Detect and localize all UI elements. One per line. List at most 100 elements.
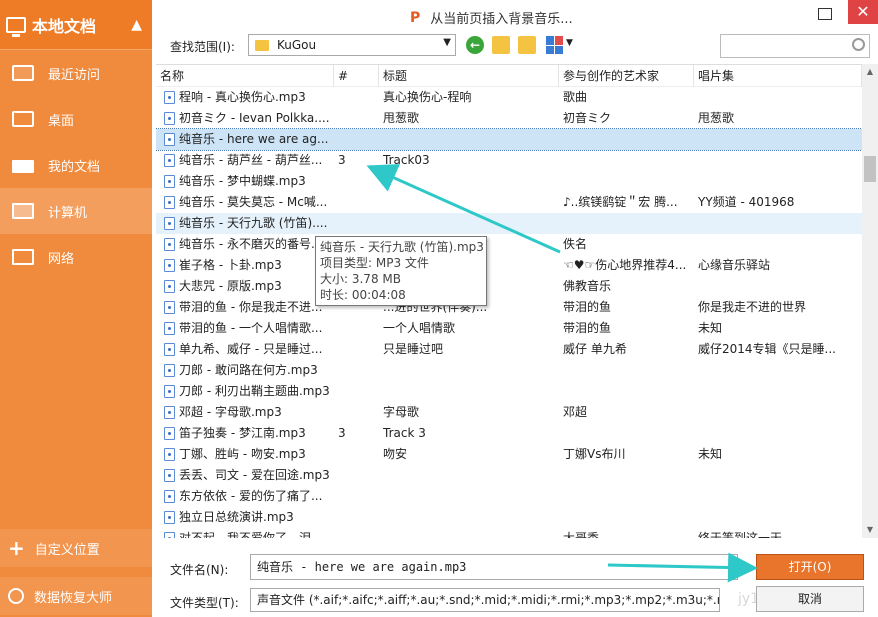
up-folder-button[interactable]: [492, 36, 510, 54]
file-row[interactable]: 独立日总统演讲.mp3: [156, 507, 862, 528]
scroll-thumb[interactable]: [864, 156, 876, 182]
file-row[interactable]: 带泪的鱼 - 你是我走不进... ...进的世界(伴奏)... 带泪的鱼 你是我走不进…: [156, 297, 862, 318]
album-cell: 威仔2014专辑《只是睡...: [698, 342, 836, 356]
file-row[interactable]: 大悲咒 - 原版.mp3严广大圆满...佛教音乐: [156, 276, 862, 297]
file-row[interactable]: 程响 - 真心换伤心.mp3 真心换伤心-程响 歌曲: [156, 87, 862, 108]
file-row[interactable]: 邓超 - 字母歌.mp3 字母歌 邓超: [156, 402, 862, 423]
filename-label: 文件名(N):: [170, 563, 229, 577]
file-name-text: 邓超 - 字母歌.mp3: [179, 405, 282, 419]
scroll-up-icon[interactable]: ▲: [862, 64, 878, 80]
file-name-cell: 邓超 - 字母歌.mp3: [156, 402, 334, 423]
file-row[interactable]: 东方依依 - 爱的伤了痛了...: [156, 486, 862, 507]
sidebar-item-desktop[interactable]: 桌面: [0, 96, 152, 142]
file-form: 文件名(N): 纯音乐 - here we are again.mp3 文件类型…: [152, 540, 878, 617]
file-row[interactable]: 崔子格 - 卜卦.mp3 ☜♥☞伤心地界推荐4... 心缘音乐驿站: [156, 255, 862, 276]
sidebar-header[interactable]: 本地文档 ▲: [0, 0, 152, 50]
sidebar-item-documents[interactable]: 我的文档: [0, 142, 152, 188]
file-row[interactable]: 刀郎 - 敢问路在何方.mp3: [156, 360, 862, 381]
file-row[interactable]: 纯音乐 - 梦中蝴蝶.mp3: [156, 171, 862, 192]
lookin-label: 查找范围(I):: [170, 40, 235, 54]
title-cell: 一个人唱情歌: [383, 321, 456, 335]
search-box[interactable]: [720, 34, 870, 58]
file-row[interactable]: 纯音乐 - 莫失莫忘 - Mc喊... ♪..缤镁鹞锭＂宏 腾... YY频道 - …: [156, 192, 862, 213]
album-cell: [694, 507, 862, 528]
column-header-name[interactable]: 名称: [156, 65, 334, 87]
file-row[interactable]: 纯音乐 - 天行九歌 (竹笛)....: [156, 213, 862, 234]
audio-file-icon: [164, 154, 175, 167]
file-name-cell: 带泪的鱼 - 一个人唱情歌...: [156, 318, 334, 339]
file-name-cell: 刀郎 - 利刃出鞘主题曲.mp3: [156, 381, 334, 402]
artist-cell: [559, 171, 694, 192]
view-menu-button[interactable]: [546, 36, 564, 54]
artist-cell: 邓超: [563, 405, 588, 419]
file-row[interactable]: 丢丢、司文 - 爱在回途.mp3: [156, 465, 862, 486]
column-header-album[interactable]: 唱片集: [694, 65, 862, 87]
back-button[interactable]: ←: [466, 36, 484, 54]
column-header-number[interactable]: #: [334, 65, 379, 87]
file-row[interactable]: 丁娜、胜屿 - 吻安.mp3 吻安 丁娜Vs布川 未知: [156, 444, 862, 465]
track-number-cell: [334, 486, 379, 507]
chevron-down-icon[interactable]: ▼: [443, 37, 451, 48]
track-number-cell: [334, 108, 379, 129]
lookin-combo[interactable]: KuGou ▼: [248, 34, 456, 56]
track-number-cell: [334, 213, 379, 234]
scroll-down-icon[interactable]: ▼: [862, 522, 878, 538]
file-row[interactable]: 单九希、威仔 - 只是睡过... 只是睡过吧 威仔 单九希 威仔2014专辑《只是睡.…: [156, 339, 862, 360]
collapse-caret-icon[interactable]: ▲: [131, 17, 142, 33]
file-name-text: 纯音乐 - 葫芦丝 - 葫芦丝...: [179, 153, 323, 167]
sidebar-item-network[interactable]: 网络: [0, 234, 152, 280]
artist-cell: 佚名: [563, 237, 588, 251]
audio-file-icon: [164, 490, 175, 503]
clock-icon: [12, 65, 34, 81]
track-number-cell: [334, 465, 379, 486]
filetype-select[interactable]: 声音文件 (*.aif;*.aifc;*.aiff;*.au;*.snd;*.m…: [250, 588, 720, 612]
album-cell: [694, 171, 862, 192]
sidebar-item-computer[interactable]: 计算机: [0, 188, 152, 234]
chevron-down-icon[interactable]: ▼: [566, 38, 573, 48]
new-folder-button[interactable]: [518, 36, 536, 54]
file-row[interactable]: 刀郎 - 利刃出鞘主题曲.mp3: [156, 381, 862, 402]
open-button[interactable]: 打开(O): [756, 554, 864, 580]
title-cell: 甩葱歌: [383, 111, 420, 125]
sidebar-item-recent[interactable]: 最近访问: [0, 50, 152, 96]
artist-cell: [559, 360, 694, 381]
track-number-cell: [334, 171, 379, 192]
file-name-text: 丢丢、司文 - 爱在回途.mp3: [179, 468, 330, 482]
tooltip-size: 大小: 3.78 MB: [320, 272, 401, 286]
audio-file-icon: [164, 175, 175, 188]
file-name-cell: 笛子独奏 - 梦江南.mp3: [156, 423, 334, 444]
maximize-button[interactable]: [818, 8, 832, 20]
data-recovery-button[interactable]: 数据恢复大师: [0, 577, 152, 615]
column-header-title[interactable]: 标题: [379, 65, 559, 87]
artist-cell: ♪..缤镁鹞锭＂宏 腾...: [563, 195, 678, 209]
filename-input[interactable]: 纯音乐 - here we are again.mp3: [250, 554, 738, 580]
title-cell: [379, 507, 559, 528]
sidebar: 本地文档 ▲ 最近访问 桌面 我的文档 计算机 网络 + 自定义位置 数据恢复大…: [0, 0, 152, 617]
audio-file-icon: [164, 427, 175, 440]
file-row[interactable]: 笛子独奏 - 梦江南.mp3 3 Track 3: [156, 423, 862, 444]
file-row[interactable]: 初音ミク - Ievan Polkka.... 甩葱歌 初音ミク 甩葱歌: [156, 108, 862, 129]
vertical-scrollbar[interactable]: ▲ ▼: [862, 64, 878, 538]
tooltip-type: 项目类型: MP3 文件: [320, 256, 429, 270]
column-header-artist[interactable]: 参与创作的艺术家: [559, 65, 694, 87]
file-row[interactable]: 纯音乐 - 葫芦丝 - 葫芦丝... 3 Track03: [156, 150, 862, 171]
artist-cell: [559, 381, 694, 402]
file-name-cell: 单九希、威仔 - 只是睡过...: [156, 339, 334, 360]
close-button[interactable]: ✕: [848, 0, 878, 24]
custom-location-button[interactable]: + 自定义位置: [0, 529, 152, 567]
search-input[interactable]: [725, 36, 845, 56]
audio-file-icon: [164, 532, 175, 538]
title-cell: [379, 381, 559, 402]
album-cell: [694, 129, 862, 150]
search-icon[interactable]: [852, 38, 865, 51]
file-row[interactable]: 带泪的鱼 - 一个人唱情歌... 一个人唱情歌 带泪的鱼 未知: [156, 318, 862, 339]
album-cell: [694, 213, 862, 234]
sidebar-title: 本地文档: [32, 16, 97, 36]
file-name-cell: 丁娜、胜屿 - 吻安.mp3: [156, 444, 334, 465]
file-row[interactable]: 纯音乐 - 永不磨灭的番号...壮配乐佚名: [156, 234, 862, 255]
artist-cell: 威仔 单九希: [563, 342, 627, 356]
file-row[interactable]: 对不起，我不爱你了 - 泪... 大哥秀 终于等到这一天: [156, 528, 862, 538]
cancel-button[interactable]: 取消: [756, 586, 864, 612]
sidebar-item-label: 最近访问: [48, 67, 101, 83]
file-row[interactable]: 纯音乐 - here we are ag...: [156, 128, 862, 151]
